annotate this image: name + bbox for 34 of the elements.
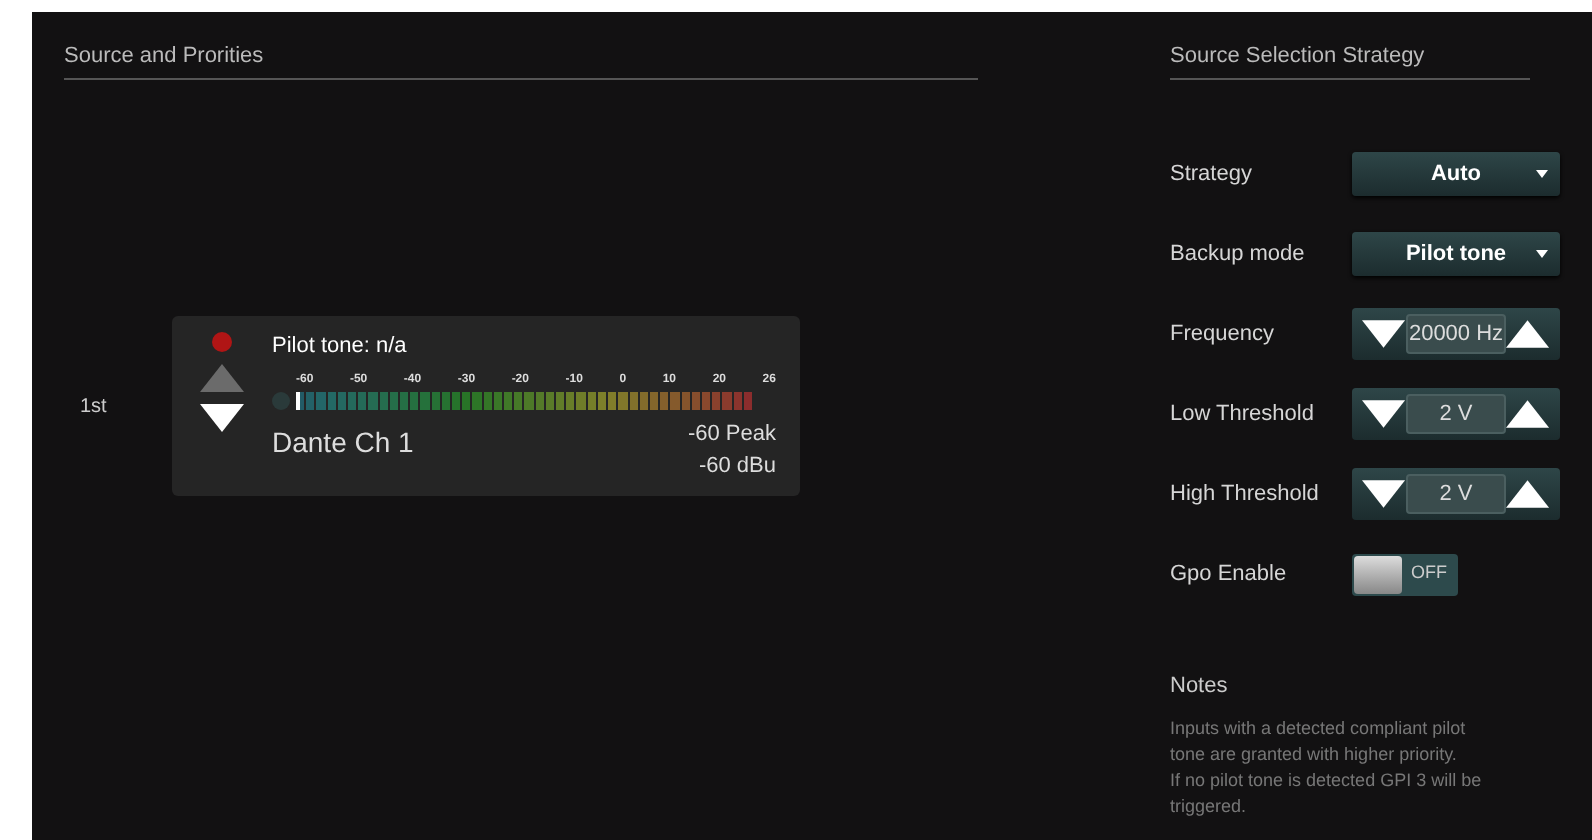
meter-pointer-icon	[296, 391, 300, 409]
setting-label: Strategy	[1170, 159, 1254, 190]
caret-icon	[1536, 170, 1548, 178]
move-down-icon[interactable]	[200, 404, 244, 432]
notes-text: Inputs with a detected compliant pilot tone are granted with higher priority.	[1170, 715, 1468, 767]
decrement-icon[interactable]	[1362, 480, 1406, 508]
stepper-value[interactable]: 20000 Hz	[1405, 314, 1507, 354]
peak-reading: -60 Peak	[687, 419, 776, 449]
toggle-knob	[1354, 555, 1402, 593]
channel-name: Dante Ch 1	[272, 423, 414, 461]
caret-icon	[1536, 250, 1548, 258]
increment-icon[interactable]	[1506, 320, 1550, 348]
setting-label: Gpo Enable	[1170, 559, 1289, 590]
notes-title: Notes	[1170, 672, 1230, 702]
increment-icon[interactable]	[1506, 480, 1550, 508]
stepper-value[interactable]: 2 V	[1405, 474, 1507, 514]
toggle-state: OFF	[1409, 560, 1449, 587]
decrement-icon[interactable]	[1362, 320, 1406, 348]
dropdown[interactable]: Pilot tone	[1352, 232, 1560, 276]
setting-label: Low Threshold	[1170, 399, 1316, 430]
setting-label: Frequency	[1170, 319, 1276, 350]
pilot-tone-status: Pilot tone: n/a	[272, 332, 409, 362]
decrement-icon[interactable]	[1362, 400, 1406, 428]
panel-title: Source Selection Strategy	[1170, 44, 1425, 68]
notes-text: If no pilot tone is detected GPI 3 will be triggered.	[1170, 767, 1484, 819]
setting-label: Backup mode	[1170, 239, 1307, 270]
dbu-reading: -60 dBu	[698, 451, 776, 481]
panel-title: Source and Prorities	[64, 44, 264, 68]
setting-label: High Threshold	[1170, 479, 1321, 510]
increment-icon[interactable]	[1506, 400, 1550, 428]
stepper-value[interactable]: 2 V	[1405, 394, 1507, 434]
priority-rank: 1st	[78, 393, 109, 421]
toggle-switch[interactable]: OFF	[1352, 553, 1458, 595]
dropdown[interactable]: Auto	[1352, 152, 1560, 196]
